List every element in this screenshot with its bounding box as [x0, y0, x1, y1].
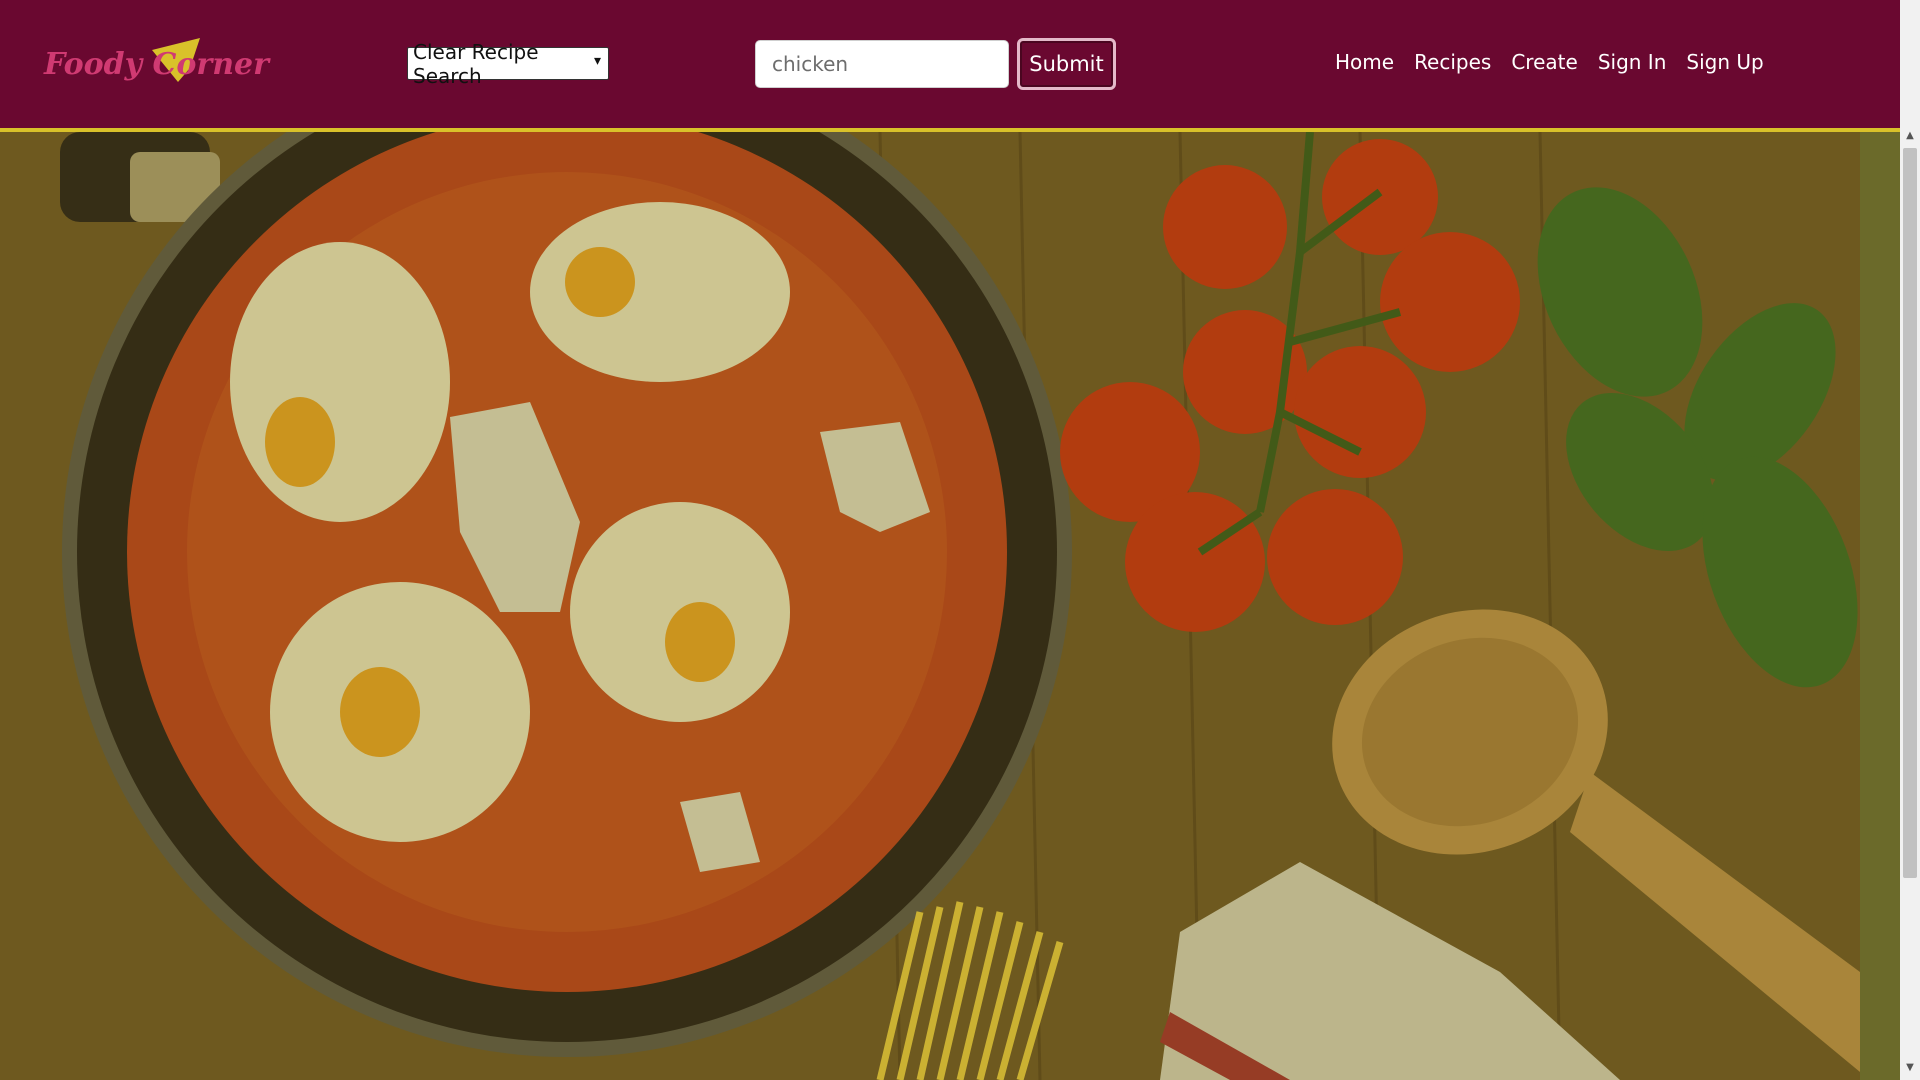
hero-food-illustration [0, 132, 1860, 1080]
svg-text:Foody Corner: Foody Corner [43, 47, 271, 82]
nav-sign-in-link[interactable]: Sign In [1598, 50, 1667, 74]
nav-sign-up-link[interactable]: Sign Up [1686, 50, 1763, 74]
foody-corner-logo[interactable]: Foody Corner [40, 36, 290, 92]
recipe-search-select-value: Clear Recipe Search [413, 39, 539, 88]
nav-recipes-link[interactable]: Recipes [1414, 50, 1491, 74]
caret-down-icon: ▾ [593, 53, 601, 69]
scroll-down-arrow-icon[interactable]: ▼ [1900, 1062, 1920, 1080]
page-scrollbar[interactable]: ▲ ▼ [1900, 0, 1920, 1080]
scroll-up-arrow-icon[interactable]: ▲ [1900, 130, 1920, 148]
logo-graphic: Foody Corner [43, 38, 271, 82]
hero-food-image [0, 132, 1860, 1080]
search-input-value: chicken [772, 52, 849, 76]
nav-home-link[interactable]: Home [1335, 50, 1394, 74]
nav-links: Home Recipes Create Sign In Sign Up [1335, 50, 1764, 74]
top-navbar: Foody Corner Clear Recipe Search ▾ chick… [0, 0, 1900, 132]
recipe-search-select[interactable]: Clear Recipe Search ▾ [407, 40, 609, 88]
nav-create-link[interactable]: Create [1511, 50, 1577, 74]
submit-button[interactable]: Submit [1017, 38, 1116, 90]
search-input[interactable]: chicken [755, 40, 1009, 88]
scrollbar-thumb[interactable] [1903, 148, 1917, 878]
submit-button-label: Submit [1029, 52, 1104, 76]
